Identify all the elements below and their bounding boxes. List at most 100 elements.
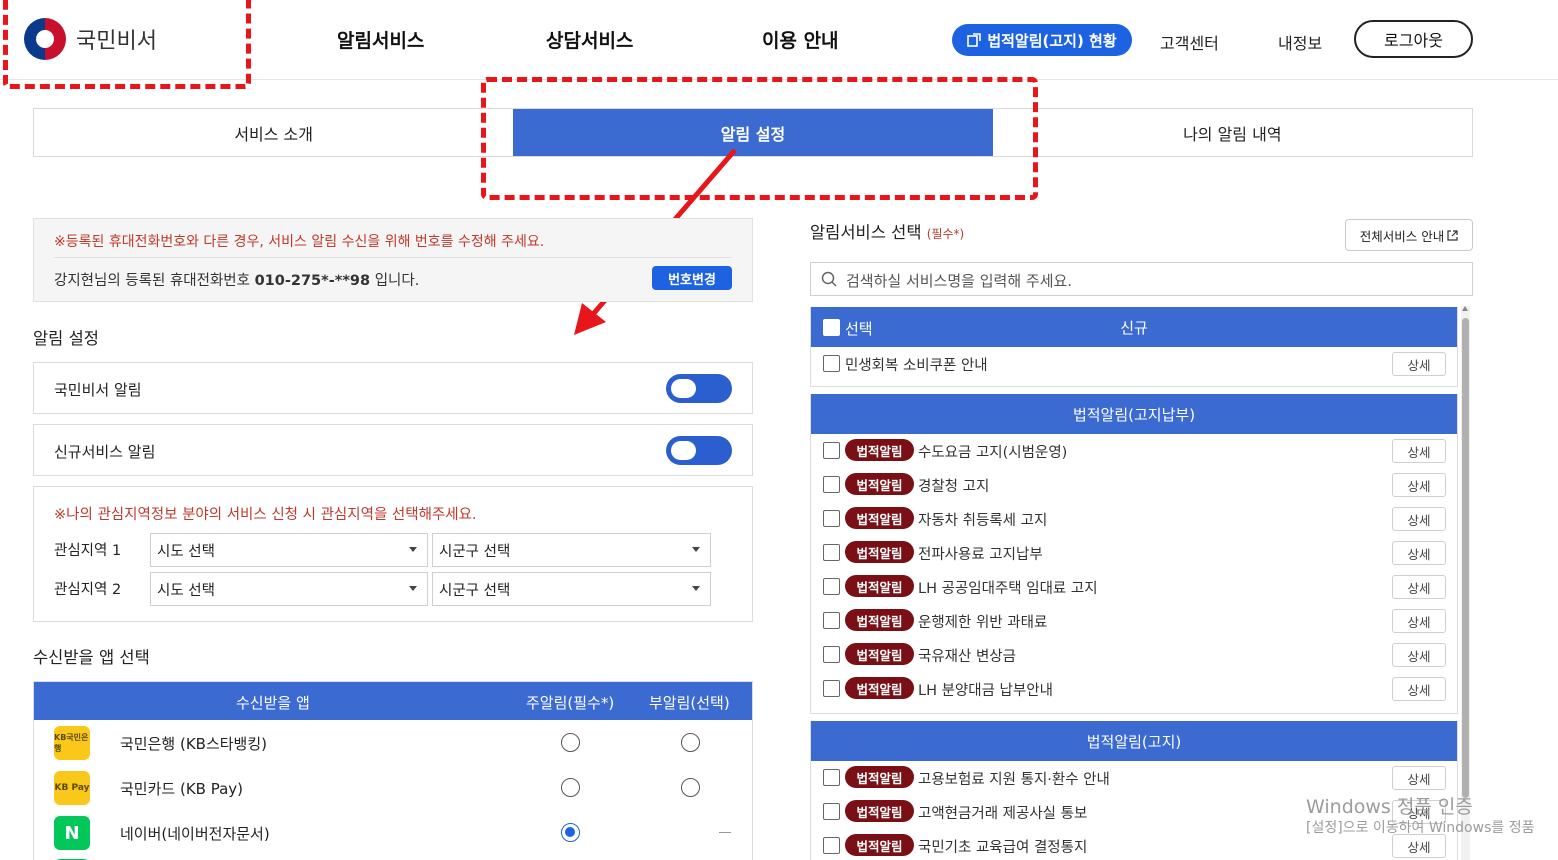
region-2-sido-select[interactable]: 시도 선택 bbox=[150, 572, 428, 606]
service-row: 민생회복 소비쿠폰 안내 상세 bbox=[811, 347, 1457, 381]
toggle-label: 신규서비스 알림 bbox=[54, 443, 156, 461]
region-2-sigungu-select[interactable]: 시군구 선택 bbox=[432, 572, 711, 606]
legal-badge: 법적알림 bbox=[845, 643, 914, 665]
nav-consult-service[interactable]: 상담서비스 bbox=[546, 26, 633, 53]
search-placeholder: 검색하실 서비스명을 입력해 주세요. bbox=[846, 272, 1073, 290]
legal-badge: 법적알림 bbox=[845, 575, 914, 597]
kookmin-alarm-toggle[interactable] bbox=[666, 374, 732, 403]
kb-pay-icon: KB Pay bbox=[54, 771, 90, 805]
all-services-guide-button[interactable]: 전체서비스 안내 bbox=[1345, 219, 1473, 251]
service-name: 국민기초 교육급여 결정통지 bbox=[918, 840, 1088, 856]
app-row-naver: N 네이버(네이버전자문서) bbox=[34, 810, 752, 855]
service-list-scrollbar[interactable] bbox=[1461, 306, 1470, 860]
primary-radio[interactable] bbox=[561, 733, 580, 752]
scroll-up-icon[interactable] bbox=[1462, 306, 1468, 311]
detail-button[interactable]: 상세 bbox=[1392, 766, 1446, 790]
service-checkbox[interactable] bbox=[823, 476, 840, 493]
service-checkbox[interactable] bbox=[823, 510, 840, 527]
phone-warning-text: ※등록된 휴대전화번호와 다른 경우, 서비스 알림 수신을 위해 번호를 수정… bbox=[54, 234, 545, 250]
primary-radio[interactable] bbox=[561, 778, 580, 797]
windows-activation-sub: [설정]으로 이동하여 Windows를 정품 bbox=[1306, 820, 1535, 836]
group-title: 신규 bbox=[1120, 318, 1148, 337]
service-search-input[interactable]: 검색하실 서비스명을 입력해 주세요. bbox=[810, 262, 1473, 296]
service-row: 법적알림 운행제한 위반 과태료 상세 bbox=[811, 604, 1457, 638]
legal-badge: 법적알림 bbox=[845, 609, 914, 631]
group-header-new: 선택 신규 bbox=[811, 307, 1457, 347]
external-doc-icon bbox=[967, 33, 982, 47]
detail-button[interactable]: 상세 bbox=[1392, 575, 1446, 599]
naver-icon: N bbox=[54, 816, 90, 850]
service-checkbox[interactable] bbox=[823, 544, 840, 561]
alarm-settings-title: 알림 설정 bbox=[33, 329, 99, 348]
service-checkbox[interactable] bbox=[823, 646, 840, 663]
scroll-thumb[interactable] bbox=[1462, 318, 1469, 798]
detail-button[interactable]: 상세 bbox=[1392, 541, 1446, 565]
service-name: LH 분양대금 납부안내 bbox=[918, 683, 1053, 699]
service-checkbox[interactable] bbox=[823, 837, 840, 854]
service-checkbox[interactable] bbox=[823, 769, 840, 786]
logout-button[interactable]: 로그아웃 bbox=[1354, 20, 1473, 58]
service-checkbox[interactable] bbox=[823, 612, 840, 629]
detail-button[interactable]: 상세 bbox=[1392, 677, 1446, 701]
region-note: ※나의 관심지역정보 분야의 서비스 신청 시 관심지역을 선택해주세요. bbox=[54, 507, 477, 523]
change-number-button[interactable]: 번호변경 bbox=[652, 266, 732, 290]
detail-button[interactable]: 상세 bbox=[1392, 609, 1446, 633]
service-checkbox[interactable] bbox=[823, 680, 840, 697]
tab-service-intro[interactable]: 서비스 소개 bbox=[34, 109, 513, 156]
service-checkbox[interactable] bbox=[823, 578, 840, 595]
divider bbox=[54, 257, 732, 258]
detail-button[interactable]: 상세 bbox=[1392, 439, 1446, 463]
service-row: 법적알림 고용보험료 지원 통지·환수 안내 상세 bbox=[811, 761, 1457, 795]
detail-button[interactable]: 상세 bbox=[1392, 352, 1446, 376]
primary-radio[interactable] bbox=[561, 823, 580, 842]
secondary-radio[interactable] bbox=[681, 778, 700, 797]
legal-badge: 법적알림 bbox=[845, 541, 914, 563]
service-name: 고액현금거래 제공사실 통보 bbox=[918, 806, 1088, 822]
detail-button[interactable]: 상세 bbox=[1392, 643, 1446, 667]
required-mark: (필수*) bbox=[926, 227, 965, 241]
external-link-icon bbox=[1447, 229, 1458, 241]
service-checkbox[interactable] bbox=[823, 355, 840, 372]
nav-alarm-service[interactable]: 알림서비스 bbox=[337, 26, 424, 53]
service-group-legal-notice: 법적알림(고지) 법적알림 고용보험료 지원 통지·환수 안내 상세 법적알림 고액현… bbox=[810, 721, 1458, 860]
nav-usage-guide[interactable]: 이용 안내 bbox=[762, 26, 839, 53]
service-name: 자동차 취등록세 고지 bbox=[918, 513, 1048, 529]
nav-my-info[interactable]: 내정보 bbox=[1278, 30, 1322, 54]
legal-badge: 법적알림 bbox=[845, 800, 914, 822]
legal-badge: 법적알림 bbox=[845, 507, 914, 529]
group-header: 법적알림(고지납부) bbox=[811, 394, 1457, 434]
app-select-table: 수신받을 앱 주알림(필수*) 부알림(선택) KB국민은행 국민은행 (KB스… bbox=[33, 681, 753, 860]
app-name: 국민은행 (KB스타뱅킹) bbox=[120, 735, 267, 753]
windows-activation-watermark: Windows 정품 인증 bbox=[1306, 796, 1473, 818]
chevron-down-icon bbox=[692, 547, 700, 552]
search-icon bbox=[821, 271, 837, 287]
app-table-header: 수신받을 앱 주알림(필수*) 부알림(선택) bbox=[34, 682, 752, 720]
service-checkbox[interactable] bbox=[823, 442, 840, 459]
detail-button[interactable]: 상세 bbox=[1392, 834, 1446, 858]
service-row: 법적알림 경찰청 고지 상세 bbox=[811, 468, 1457, 502]
annotation-logo-box bbox=[3, 0, 251, 89]
service-name: 운행제한 위반 과태료 bbox=[918, 615, 1048, 631]
service-row: 법적알림 자동차 취등록세 고지 상세 bbox=[811, 502, 1457, 536]
group-header: 법적알림(고지) bbox=[811, 721, 1457, 761]
select-all-checkbox[interactable] bbox=[823, 319, 840, 336]
service-name: 고용보험료 지원 통지·환수 안내 bbox=[918, 772, 1110, 788]
region-1-sigungu-select[interactable]: 시군구 선택 bbox=[432, 533, 711, 567]
legal-badge: 법적알림 bbox=[845, 766, 914, 788]
service-name: 민생회복 소비쿠폰 안내 bbox=[845, 358, 988, 374]
service-row: 법적알림 LH 공공임대주택 임대료 고지 상세 bbox=[811, 570, 1457, 604]
registered-phone-text: 강지현님의 등록된 휴대전화번호 010-275*-**98 입니다. bbox=[54, 273, 420, 289]
phone-notice-box: ※등록된 휴대전화번호와 다른 경우, 서비스 알림 수신을 위해 번호를 수정… bbox=[33, 218, 753, 302]
detail-button[interactable]: 상세 bbox=[1392, 507, 1446, 531]
service-checkbox[interactable] bbox=[823, 803, 840, 820]
toggle-row-new-service-alarm: 신규서비스 알림 bbox=[33, 424, 753, 476]
service-name: 전파사용료 고지납부 bbox=[918, 547, 1043, 563]
region-1-sido-select[interactable]: 시도 선택 bbox=[150, 533, 428, 567]
nav-customer-center[interactable]: 고객센터 bbox=[1160, 30, 1219, 54]
legal-notice-status-button[interactable]: 법적알림(고지) 현황 bbox=[952, 24, 1132, 56]
detail-button[interactable]: 상세 bbox=[1392, 473, 1446, 497]
tab-my-alarm-history[interactable]: 나의 알림 내역 bbox=[993, 109, 1472, 156]
chevron-down-icon bbox=[692, 586, 700, 591]
secondary-radio[interactable] bbox=[681, 733, 700, 752]
new-service-alarm-toggle[interactable] bbox=[666, 436, 732, 465]
